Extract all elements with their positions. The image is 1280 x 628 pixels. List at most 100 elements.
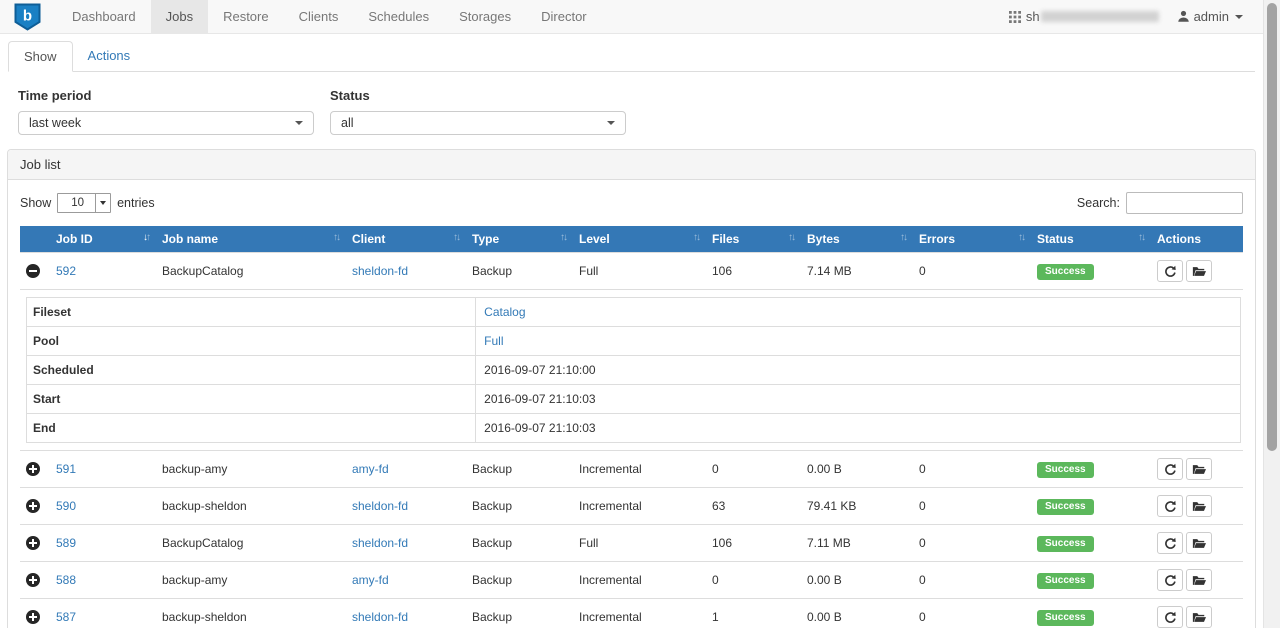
job-name-cell: backup-amy (154, 451, 344, 488)
job-log-button[interactable] (1186, 458, 1212, 480)
status-select[interactable]: all (330, 111, 626, 135)
rerun-job-button[interactable] (1157, 606, 1183, 628)
rerun-job-button[interactable] (1157, 260, 1183, 282)
client-link[interactable]: amy-fd (352, 462, 389, 476)
rerun-job-button[interactable] (1157, 495, 1183, 517)
rerun-job-button[interactable] (1157, 569, 1183, 591)
expand-row-icon[interactable] (26, 462, 40, 476)
folder-icon (1192, 463, 1206, 475)
user-menu[interactable]: admin (1177, 9, 1243, 24)
sort-icon: ↑↓ (453, 232, 459, 243)
time-period-group: Time period last week (18, 88, 314, 135)
job-id-link[interactable]: 587 (56, 610, 76, 624)
status-group: Status all (330, 88, 626, 135)
job-name-cell: BackupCatalog (154, 253, 344, 290)
nav-item-storages[interactable]: Storages (444, 0, 526, 34)
scrollbar-thumb[interactable] (1267, 3, 1277, 451)
job-id-link[interactable]: 590 (56, 499, 76, 513)
files-cell: 106 (704, 525, 799, 562)
client-link[interactable]: sheldon-fd (352, 499, 408, 513)
detail-link[interactable]: Full (484, 334, 503, 348)
detail-label: Scheduled (27, 356, 476, 385)
column-label: Errors (919, 232, 955, 246)
job-id-link[interactable]: 589 (56, 536, 76, 550)
rerun-job-button[interactable] (1157, 532, 1183, 554)
tab-actions[interactable]: Actions (73, 41, 146, 72)
column-header-level[interactable]: Level↑↓ (571, 226, 704, 253)
time-period-select[interactable]: last week (18, 111, 314, 135)
rerun-job-button[interactable] (1157, 458, 1183, 480)
table-row: 592BackupCatalogsheldon-fdBackupFull1067… (20, 253, 1243, 290)
level-cell: Full (571, 525, 704, 562)
detail-label: Start (27, 385, 476, 414)
column-header-client[interactable]: Client↑↓ (344, 226, 464, 253)
page: b DashboardJobsRestoreClientsSchedulesSt… (0, 0, 1263, 628)
job-log-button[interactable] (1186, 569, 1212, 591)
job-log-button[interactable] (1186, 606, 1212, 628)
job-id-link[interactable]: 592 (56, 264, 76, 278)
username-label: admin (1194, 9, 1229, 24)
client-link[interactable]: sheldon-fd (352, 264, 408, 278)
nav-item-dashboard[interactable]: Dashboard (57, 0, 151, 34)
column-header-job-id[interactable]: Job ID↓↑ (48, 226, 154, 253)
job-log-button[interactable] (1186, 495, 1212, 517)
nav-item-schedules[interactable]: Schedules (353, 0, 444, 34)
table-row: 591backup-amyamy-fdBackupIncremental00.0… (20, 451, 1243, 488)
tabbar: Show Actions (8, 41, 1255, 72)
column-label: Status (1037, 232, 1074, 246)
expand-row-icon[interactable] (26, 573, 40, 587)
collapse-row-icon[interactable] (26, 264, 40, 278)
nav-item-director[interactable]: Director (526, 0, 602, 34)
client-link[interactable]: sheldon-fd (352, 536, 408, 550)
column-header-type[interactable]: Type↑↓ (464, 226, 571, 253)
nav-item-restore[interactable]: Restore (208, 0, 284, 34)
job-log-button[interactable] (1186, 532, 1212, 554)
search-input[interactable] (1126, 192, 1243, 214)
nav-item-clients[interactable]: Clients (284, 0, 354, 34)
entries-select[interactable]: 10 (57, 193, 111, 213)
status-badge: Success (1037, 499, 1094, 515)
column-header-job-name[interactable]: Job name↑↓ (154, 226, 344, 253)
scrollbar[interactable] (1263, 0, 1280, 628)
status-value: all (341, 116, 354, 130)
errors-cell: 0 (911, 599, 1029, 628)
status-label: Status (330, 88, 626, 103)
grid-icon[interactable] (1009, 11, 1021, 23)
type-cell: Backup (464, 451, 571, 488)
chevron-down-icon (607, 121, 615, 125)
job-id-link[interactable]: 591 (56, 462, 76, 476)
host-text-prefix: sh (1026, 9, 1040, 24)
brand-logo[interactable]: b (14, 3, 41, 31)
expand-row-icon[interactable] (26, 536, 40, 550)
sort-icon: ↑↓ (788, 232, 794, 243)
job-id-link[interactable]: 588 (56, 573, 76, 587)
sort-icon: ↑↓ (693, 232, 699, 243)
navbar: b DashboardJobsRestoreClientsSchedulesSt… (0, 0, 1263, 34)
folder-icon (1192, 574, 1206, 586)
detail-value: 2016-09-07 21:10:03 (484, 421, 595, 435)
detail-link[interactable]: Catalog (484, 305, 525, 319)
client-link[interactable]: sheldon-fd (352, 610, 408, 624)
redacted-host-text (1041, 11, 1159, 22)
level-cell: Incremental (571, 599, 704, 628)
expand-row-icon[interactable] (26, 499, 40, 513)
column-header-files[interactable]: Files↑↓ (704, 226, 799, 253)
entries-select-arrow (95, 194, 110, 212)
expand-row-icon[interactable] (26, 610, 40, 624)
column-header-bytes[interactable]: Bytes↑↓ (799, 226, 911, 253)
entries-value: 10 (58, 194, 95, 212)
client-link[interactable]: amy-fd (352, 573, 389, 587)
column-header-errors[interactable]: Errors↑↓ (911, 226, 1029, 253)
job-log-button[interactable] (1186, 260, 1212, 282)
nav-item-jobs[interactable]: Jobs (151, 0, 208, 34)
tab-show[interactable]: Show (8, 41, 73, 72)
files-cell: 106 (704, 253, 799, 290)
status-badge: Success (1037, 610, 1094, 626)
type-cell: Backup (464, 599, 571, 628)
bareos-shield-icon: b (14, 3, 41, 31)
expand-column-header (20, 226, 48, 253)
column-header-actions[interactable]: Actions (1149, 226, 1243, 253)
job-table-body: 592BackupCatalogsheldon-fdBackupFull1067… (20, 253, 1243, 628)
errors-cell: 0 (911, 525, 1029, 562)
column-header-status[interactable]: Status↑↓ (1029, 226, 1149, 253)
